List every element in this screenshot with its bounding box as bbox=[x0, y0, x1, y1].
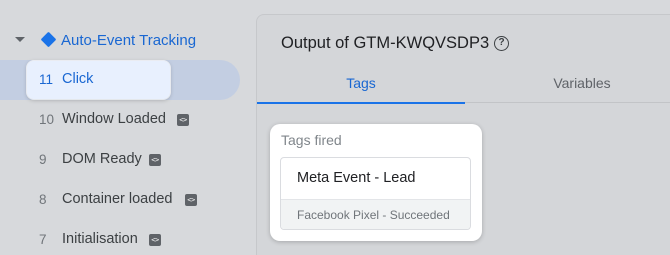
code-badge-icon: <> bbox=[149, 154, 161, 166]
timeline-group-header[interactable]: Auto-Event Tracking bbox=[0, 26, 252, 56]
event-number: 11 bbox=[39, 72, 54, 87]
tag-name: Meta Event - Lead bbox=[297, 170, 416, 186]
timeline-event-dom-ready[interactable]: 9 DOM Ready <> bbox=[0, 140, 252, 180]
timeline-group-title: Auto-Event Tracking bbox=[61, 32, 197, 49]
diamond-icon bbox=[40, 31, 57, 48]
timeline-event-initialisation[interactable]: 7 Initialisation <> bbox=[0, 220, 252, 255]
event-number: 9 bbox=[39, 152, 47, 167]
code-badge-icon: <> bbox=[185, 194, 197, 206]
event-label: Window Loaded bbox=[62, 111, 166, 127]
timeline-event-container-loaded[interactable]: 8 Container loaded <> bbox=[0, 180, 252, 220]
code-badge-icon: <> bbox=[149, 234, 161, 246]
event-label: DOM Ready bbox=[62, 151, 142, 167]
output-tabs: Tags Variables bbox=[257, 67, 670, 104]
caret-down-icon[interactable] bbox=[15, 37, 25, 42]
event-label: Click bbox=[62, 71, 94, 87]
tab-variables[interactable]: Variables bbox=[465, 67, 670, 103]
help-icon[interactable]: ? bbox=[494, 36, 509, 51]
event-timeline: Auto-Event Tracking 11 Click 10 Window L… bbox=[0, 0, 252, 255]
tab-tags[interactable]: Tags bbox=[257, 67, 465, 104]
code-badge-icon: <> bbox=[177, 114, 189, 126]
tags-fired-heading: Tags fired bbox=[281, 132, 342, 148]
event-number: 8 bbox=[39, 192, 47, 207]
output-title: Output of GTM-KWQVSDP3 bbox=[281, 34, 490, 52]
timeline-event-click[interactable]: 11 Click bbox=[0, 60, 252, 100]
tag-status: Facebook Pixel - Succeeded bbox=[281, 199, 470, 229]
timeline-event-window-loaded[interactable]: 10 Window Loaded <> bbox=[0, 100, 252, 140]
event-label: Initialisation bbox=[62, 231, 138, 247]
output-panel: Output of GTM-KWQVSDP3 ? Tags Variables … bbox=[256, 14, 670, 255]
event-number: 7 bbox=[39, 232, 47, 247]
event-label: Container loaded bbox=[62, 191, 173, 207]
tags-fired-card: Tags fired Meta Event - Lead Facebook Pi… bbox=[270, 124, 482, 241]
fired-tag-item[interactable]: Meta Event - Lead Facebook Pixel - Succe… bbox=[280, 157, 471, 230]
event-number: 10 bbox=[39, 112, 55, 127]
